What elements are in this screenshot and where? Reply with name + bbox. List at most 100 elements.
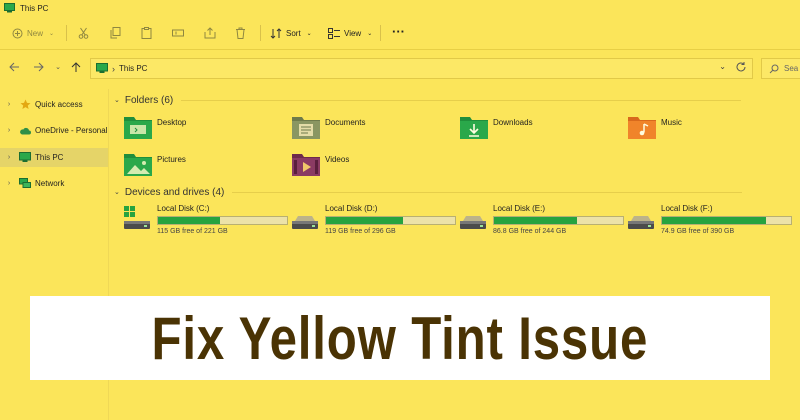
view-button[interactable]: View ⌄ <box>328 24 372 42</box>
banner-text: Fix Yellow Tint Issue <box>151 304 649 372</box>
nav-item-this-pc[interactable]: › This PC <box>0 148 108 167</box>
usage-bar <box>493 216 624 225</box>
chevron-down-icon: ⌄ <box>114 97 120 104</box>
folders-header-label: Folders (6) <box>124 94 174 106</box>
folder-downloads[interactable]: Downloads <box>459 114 599 146</box>
expand-chevron-icon[interactable]: › <box>0 127 18 134</box>
up-button[interactable] <box>68 59 84 75</box>
arrow-right-icon <box>33 62 44 72</box>
pictures-folder-icon <box>123 151 153 177</box>
this-pc-icon <box>4 3 15 13</box>
address-bar[interactable]: › This PC ⌄ <box>90 58 753 79</box>
arrow-left-icon <box>8 62 20 72</box>
this-pc-icon <box>96 63 108 74</box>
monitor-icon <box>18 152 32 163</box>
trash-icon <box>235 27 246 39</box>
windows-drive-icon <box>123 206 151 232</box>
chevron-down-icon: ⌄ <box>306 30 312 37</box>
new-button[interactable]: New ⌄ <box>12 24 54 42</box>
sort-icon <box>270 27 282 39</box>
forward-button[interactable] <box>30 59 46 75</box>
chevron-down-icon: ⌄ <box>55 64 61 71</box>
new-label: New <box>27 28 44 38</box>
search-icon <box>769 64 779 74</box>
scissors-icon <box>78 27 89 39</box>
clipboard-icon <box>141 27 152 39</box>
more-icon: ··· <box>392 23 405 39</box>
divider <box>380 25 381 41</box>
view-icon <box>328 27 340 39</box>
divider <box>260 25 261 41</box>
breadcrumb-this-pc[interactable]: This PC <box>119 64 147 73</box>
hard-drive-icon <box>627 206 655 232</box>
back-button[interactable] <box>6 59 22 75</box>
recent-locations-button[interactable]: ⌄ <box>50 59 66 75</box>
copy-button[interactable] <box>110 24 121 42</box>
folder-music[interactable]: Music <box>627 114 767 146</box>
usage-bar <box>157 216 288 225</box>
documents-folder-icon <box>291 114 321 140</box>
hard-drive-icon <box>291 206 319 232</box>
desktop-folder-icon <box>123 114 153 140</box>
drive-d[interactable]: Local Disk (D:) 119 GB free of 296 GB <box>291 204 456 240</box>
more-options-button[interactable]: ··· <box>392 22 405 40</box>
folder-desktop[interactable]: Desktop <box>123 114 263 146</box>
sort-button[interactable]: Sort ⌄ <box>270 24 312 42</box>
folder-pictures[interactable]: Pictures <box>123 151 263 183</box>
devices-header-label: Devices and drives (4) <box>124 186 225 198</box>
usage-fill <box>494 217 577 224</box>
expand-chevron-icon[interactable]: › <box>0 180 18 187</box>
folder-documents[interactable]: Documents <box>291 114 431 146</box>
title-banner: Fix Yellow Tint Issue <box>30 296 770 380</box>
window-title: This PC <box>20 3 49 13</box>
view-label: View <box>344 28 362 38</box>
search-box[interactable]: Sea <box>761 58 800 79</box>
divider <box>181 99 742 101</box>
divider <box>66 25 67 41</box>
music-folder-icon <box>627 114 657 140</box>
cut-button[interactable] <box>78 24 89 42</box>
share-button[interactable] <box>204 24 216 42</box>
expand-chevron-icon[interactable]: › <box>0 101 18 108</box>
chevron-down-icon: ⌄ <box>49 30 55 37</box>
rename-icon <box>172 27 184 39</box>
arrow-up-icon <box>71 61 81 73</box>
nav-item-network[interactable]: › Network <box>0 174 108 193</box>
cloud-icon <box>18 127 32 135</box>
usage-bar <box>325 216 456 225</box>
breadcrumb-chevron-icon: › <box>112 63 115 74</box>
chevron-down-icon: ⌄ <box>367 30 373 37</box>
drive-e[interactable]: Local Disk (E:) 86.8 GB free of 244 GB <box>459 204 624 240</box>
drive-f[interactable]: Local Disk (F:) 74.9 GB free of 390 GB <box>627 204 792 240</box>
usage-fill <box>326 217 404 224</box>
nav-item-quick-access[interactable]: › Quick access <box>0 95 108 114</box>
usage-fill <box>158 217 220 224</box>
rename-button[interactable] <box>172 24 184 42</box>
folder-videos[interactable]: Videos <box>291 151 431 183</box>
address-dropdown-icon[interactable]: ⌄ <box>719 62 726 71</box>
folders-group-header[interactable]: ⌄ Folders (6) <box>114 93 742 107</box>
expand-chevron-icon[interactable]: › <box>0 154 18 161</box>
hard-drive-icon <box>459 206 487 232</box>
devices-group-header[interactable]: ⌄ Devices and drives (4) <box>114 185 743 199</box>
usage-fill <box>662 217 767 224</box>
sort-label: Sort <box>286 28 301 38</box>
title-bar: This PC <box>0 0 800 16</box>
refresh-icon[interactable] <box>735 61 747 73</box>
drive-c[interactable]: Local Disk (C:) 115 GB free of 221 GB <box>123 204 288 240</box>
paste-button[interactable] <box>141 24 152 42</box>
usage-bar <box>661 216 792 225</box>
plus-circle-icon <box>12 28 23 39</box>
nav-item-onedrive[interactable]: › OneDrive - Personal <box>0 121 108 140</box>
copy-icon <box>110 27 121 39</box>
star-icon <box>18 99 32 110</box>
network-icon <box>18 178 32 189</box>
share-icon <box>204 27 216 39</box>
command-bar: New ⌄ Sort ⌄ View ⌄ ··· <box>0 16 800 50</box>
delete-button[interactable] <box>235 24 246 42</box>
search-placeholder: Sea <box>784 64 799 73</box>
downloads-folder-icon <box>459 114 489 140</box>
divider <box>232 191 743 193</box>
videos-folder-icon <box>291 151 321 177</box>
chevron-down-icon: ⌄ <box>114 189 120 196</box>
